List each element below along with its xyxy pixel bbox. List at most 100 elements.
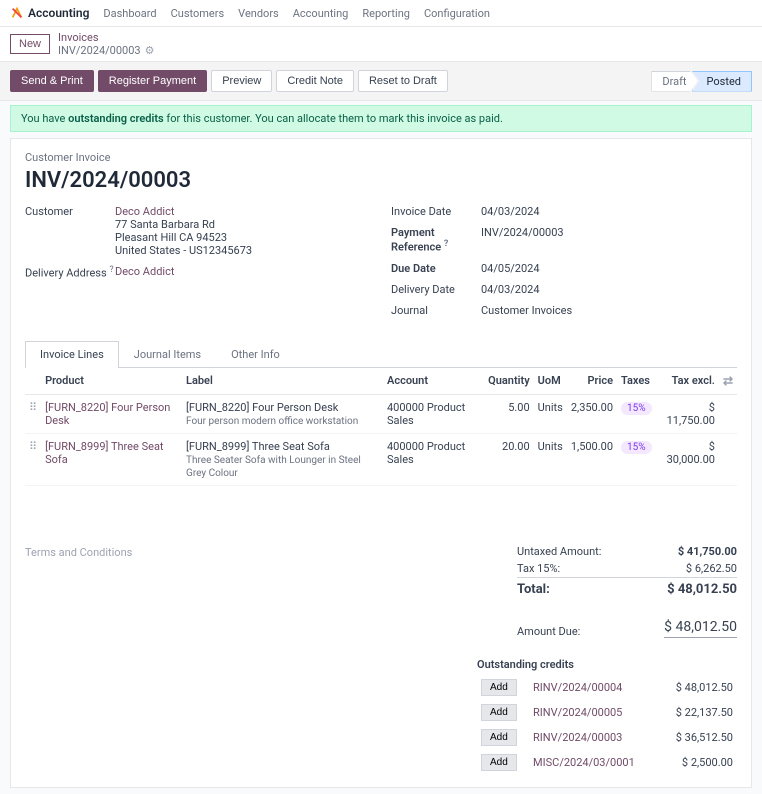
col-taxes[interactable]: Taxes [617,368,656,395]
line-uom[interactable]: Units [534,394,567,433]
line-price[interactable]: 2,350.00 [567,394,617,433]
line-product[interactable]: [FURN_8220] Four Person Desk [45,401,170,427]
line-account[interactable]: 400000 Product Sales [383,433,484,485]
customer-addr2: Pleasant Hill CA 94523 [115,231,252,244]
untaxed-value: $ 41,750.00 [678,545,737,558]
table-row[interactable]: ⠿ [FURN_8220] Four Person Desk [FURN_8220]… [25,394,737,433]
table-row[interactable]: ⠿ [FURN_8999] Three Seat Sofa [FURN_8999] … [25,433,737,485]
customer-name-link[interactable]: Deco Addict [115,205,252,218]
customer-addr3: United States - US12345673 [115,244,252,257]
nav-configuration[interactable]: Configuration [424,7,490,20]
customer-addr1: 77 Santa Barbara Rd [115,218,252,231]
alert-text-post: for this customer. You can allocate them… [164,112,503,125]
credit-row: AddRINV/2024/00005$ 22,137.50 [477,700,737,725]
untaxed-label: Untaxed Amount: [517,545,601,558]
nav-dashboard[interactable]: Dashboard [103,7,156,20]
credit-amount: $ 48,012.50 [659,675,737,700]
credit-ref-link[interactable]: MISC/2024/03/0001 [533,756,635,769]
credit-ref-link[interactable]: RINV/2024/00003 [533,731,622,744]
payment-ref-label: Payment Reference ? [391,226,481,254]
col-label[interactable]: Label [182,368,383,395]
tab-invoice-lines[interactable]: Invoice Lines [25,341,119,368]
add-credit-button[interactable]: Add [481,704,517,721]
credits-title: Outstanding credits [477,658,737,671]
credit-ref-link[interactable]: RINV/2024/00004 [533,681,622,694]
total-value: $ 48,012.50 [667,582,737,597]
drag-handle-icon[interactable]: ⠿ [29,440,37,453]
status-draft[interactable]: Draft [651,71,697,92]
line-label[interactable]: [FURN_8999] Three Seat SofaThree Seater … [182,433,383,485]
tab-other-info[interactable]: Other Info [216,341,295,367]
amount-due-block: Amount Due: $ 48,012.50 [517,619,737,638]
add-credit-button[interactable]: Add [481,754,517,771]
line-qty[interactable]: 5.00 [484,394,534,433]
line-qty[interactable]: 20.00 [484,433,534,485]
nav-customers[interactable]: Customers [171,7,225,20]
add-credit-button[interactable]: Add [481,679,517,696]
credit-note-button[interactable]: Credit Note [276,70,354,92]
line-subtotal: $ 11,750.00 [656,394,719,433]
tax-value: $ 6,262.50 [686,562,737,575]
add-credit-button[interactable]: Add [481,729,517,746]
nav-accounting[interactable]: Accounting [293,7,349,20]
invoice-date-value[interactable]: 04/03/2024 [481,205,540,218]
credit-row: Add RINV/2024/00003 $ 36,512.50 [477,725,737,750]
due-date-label: Due Date [391,262,481,275]
line-tax[interactable]: 15% [617,433,656,485]
journal-label: Journal [391,304,481,317]
new-button[interactable]: New [10,34,50,54]
amount-due-value: $ 48,012.50 [664,619,737,638]
breadcrumb-current-text: INV/2024/00003 [58,44,141,57]
total-label: Total: [517,582,550,597]
topbar: Accounting Dashboard Customers Vendors A… [0,0,762,27]
breadcrumb-parent[interactable]: Invoices [58,31,154,44]
col-uom[interactable]: UoM [534,368,567,395]
col-quantity[interactable]: Quantity [484,368,534,395]
col-account[interactable]: Account [383,368,484,395]
help-icon[interactable]: ? [444,239,448,249]
tab-journal-items[interactable]: Journal Items [119,341,216,367]
help-icon[interactable]: ? [109,265,113,275]
credit-row: Add RINV/2024/00004 $ 48,012.50 [477,675,737,700]
col-tax-excl[interactable]: Tax excl. [656,368,719,395]
delivery-address-value[interactable]: Deco Addict [115,265,174,280]
invoice-date-label: Invoice Date [391,205,481,218]
nav-vendors[interactable]: Vendors [238,7,279,20]
status-posted[interactable]: Posted [692,71,752,92]
sheet-subtitle: Customer Invoice [25,151,737,164]
send-print-button[interactable]: Send & Print [10,70,94,92]
line-account[interactable]: 400000 Product Sales [383,394,484,433]
amount-due-label: Amount Due: [517,625,580,638]
payment-ref-value[interactable]: INV/2024/00003 [481,226,564,254]
alert-text-bold: outstanding credits [68,112,164,125]
line-tax[interactable]: 15% [617,394,656,433]
credit-ref-link[interactable]: RINV/2024/00005 [533,706,622,719]
due-date-value[interactable]: 04/05/2024 [481,262,540,275]
register-payment-button[interactable]: Register Payment [98,70,207,92]
breadcrumb-current: INV/2024/00003 ⚙ [58,44,154,57]
line-label[interactable]: [FURN_8220] Four Person DeskFour person … [182,394,383,433]
customer-value[interactable]: Deco Addict 77 Santa Barbara Rd Pleasant… [115,205,252,257]
breadcrumb-bar: New Invoices INV/2024/00003 ⚙ [0,27,762,62]
app-logo[interactable]: Accounting [10,6,89,20]
drag-handle-icon[interactable]: ⠿ [29,401,37,414]
delivery-date-value[interactable]: 04/03/2024 [481,283,540,296]
credit-row: Add MISC/2024/03/0001 $ 2,500.00 [477,750,737,775]
line-product[interactable]: [FURN_8999] Three Seat Sofa [45,440,163,466]
gear-icon[interactable]: ⚙ [145,44,155,57]
credit-amount: $ 2,500.00 [659,750,737,775]
invoice-lines-table: Product Label Account Quantity UoM Price… [25,368,737,486]
nav-reporting[interactable]: Reporting [362,7,410,20]
journal-value[interactable]: Customer Invoices [481,304,572,317]
credit-amount: $ 36,512.50 [659,725,737,750]
col-price[interactable]: Price [567,368,617,395]
line-uom[interactable]: Units [534,433,567,485]
delivery-date-label: Delivery Date [391,283,481,296]
columns-settings-icon[interactable]: ⇄ [723,374,733,388]
preview-button[interactable]: Preview [211,70,272,92]
line-price[interactable]: 1,500.00 [567,433,617,485]
reset-draft-button[interactable]: Reset to Draft [358,70,448,92]
tabs: Invoice Lines Journal Items Other Info [25,341,737,368]
col-product[interactable]: Product [41,368,182,395]
app-icon [10,6,24,20]
